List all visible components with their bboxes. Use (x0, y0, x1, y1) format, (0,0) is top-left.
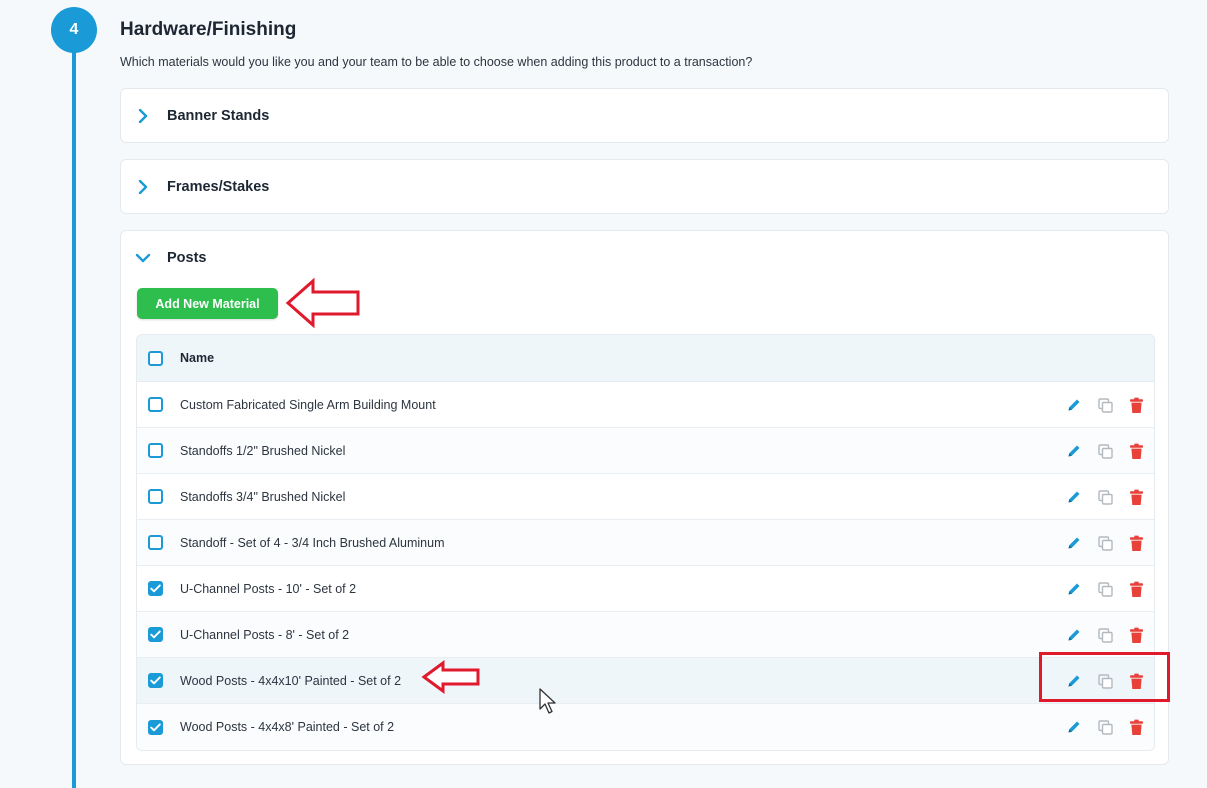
row-actions (1064, 441, 1146, 461)
pencil-icon[interactable] (1064, 625, 1084, 645)
material-name: U-Channel Posts - 10' - Set of 2 (180, 581, 357, 596)
row-checkbox[interactable] (148, 581, 163, 596)
row-actions (1064, 533, 1146, 553)
chevron-right-icon (135, 179, 151, 195)
pencil-icon[interactable] (1064, 533, 1084, 553)
chevron-right-icon (135, 108, 151, 124)
table-body: Custom Fabricated Single Arm Building Mo… (137, 382, 1154, 750)
accordion-banner-stands: Banner Stands (120, 88, 1169, 143)
accordion-label: Posts (167, 250, 207, 266)
pencil-icon[interactable] (1064, 717, 1084, 737)
table-row[interactable]: U-Channel Posts - 8' - Set of 2 (137, 612, 1154, 658)
chevron-down-icon (135, 250, 151, 266)
section-subtitle: Which materials would you like you and y… (120, 55, 753, 69)
row-actions (1064, 487, 1146, 507)
accordion-posts: Posts Add New Material Name Custom Fabri… (120, 230, 1169, 765)
accordion-header-banner-stands[interactable]: Banner Stands (121, 89, 1168, 143)
row-actions (1064, 395, 1146, 415)
pencil-icon[interactable] (1064, 441, 1084, 461)
row-checkbox[interactable] (148, 489, 163, 504)
trash-icon[interactable] (1126, 579, 1146, 599)
add-new-material-button[interactable]: Add New Material (137, 288, 278, 319)
row-actions (1064, 717, 1146, 737)
accordion-header-posts[interactable]: Posts (121, 231, 1168, 285)
copy-icon[interactable] (1095, 533, 1115, 553)
mouse-cursor-icon (539, 688, 556, 714)
table-row[interactable]: U-Channel Posts - 10' - Set of 2 (137, 566, 1154, 612)
table-row[interactable]: Standoffs 1/2" Brushed Nickel (137, 428, 1154, 474)
page: 4 Hardware/Finishing Which materials wou… (0, 0, 1207, 788)
copy-icon[interactable] (1095, 625, 1115, 645)
trash-icon[interactable] (1126, 625, 1146, 645)
copy-icon[interactable] (1095, 487, 1115, 507)
material-name: Wood Posts - 4x4x8' Painted - Set of 2 (180, 720, 395, 734)
trash-icon[interactable] (1126, 533, 1146, 553)
row-checkbox[interactable] (148, 535, 163, 550)
section-title: Hardware/Finishing (120, 19, 297, 40)
table-row[interactable]: Custom Fabricated Single Arm Building Mo… (137, 382, 1154, 428)
accordion-label: Banner Stands (167, 108, 270, 124)
table-row[interactable]: Wood Posts - 4x4x8' Painted - Set of 2 (137, 704, 1154, 750)
material-name: Standoff - Set of 4 - 3/4 Inch Brushed A… (180, 535, 445, 550)
table-row[interactable]: Wood Posts - 4x4x10' Painted - Set of 2 (137, 658, 1154, 704)
row-actions (1064, 625, 1146, 645)
timeline-line (72, 40, 76, 788)
accordion-label: Frames/Stakes (167, 179, 270, 195)
row-checkbox[interactable] (148, 673, 163, 688)
row-checkbox[interactable] (148, 397, 163, 412)
material-name: U-Channel Posts - 8' - Set of 2 (180, 627, 350, 642)
annotation-highlight-actions (1039, 652, 1170, 702)
trash-icon[interactable] (1126, 395, 1146, 415)
pencil-icon[interactable] (1064, 395, 1084, 415)
trash-icon[interactable] (1126, 441, 1146, 461)
material-name: Custom Fabricated Single Arm Building Mo… (180, 397, 436, 412)
accordion-frames-stakes: Frames/Stakes (120, 159, 1169, 214)
copy-icon[interactable] (1095, 579, 1115, 599)
step-number-badge: 4 (51, 7, 97, 53)
accordion-header-frames-stakes[interactable]: Frames/Stakes (121, 160, 1168, 214)
trash-icon[interactable] (1126, 487, 1146, 507)
material-name: Wood Posts - 4x4x10' Painted - Set of 2 (180, 673, 402, 688)
trash-icon[interactable] (1126, 717, 1146, 737)
column-header-name: Name (180, 351, 215, 365)
pencil-icon[interactable] (1064, 487, 1084, 507)
table-row[interactable]: Standoff - Set of 4 - 3/4 Inch Brushed A… (137, 520, 1154, 566)
materials-table: Name Custom Fabricated Single Arm Buildi… (136, 334, 1155, 751)
row-checkbox[interactable] (148, 443, 163, 458)
row-checkbox[interactable] (148, 627, 163, 642)
copy-icon[interactable] (1095, 441, 1115, 461)
copy-icon[interactable] (1095, 717, 1115, 737)
material-name: Standoffs 1/2" Brushed Nickel (180, 443, 346, 458)
pencil-icon[interactable] (1064, 579, 1084, 599)
table-header: Name (137, 335, 1154, 382)
copy-icon[interactable] (1095, 395, 1115, 415)
table-row[interactable]: Standoffs 3/4" Brushed Nickel (137, 474, 1154, 520)
material-name: Standoffs 3/4" Brushed Nickel (180, 489, 346, 504)
row-actions (1064, 579, 1146, 599)
select-all-checkbox[interactable] (148, 350, 163, 366)
row-checkbox[interactable] (148, 719, 163, 735)
